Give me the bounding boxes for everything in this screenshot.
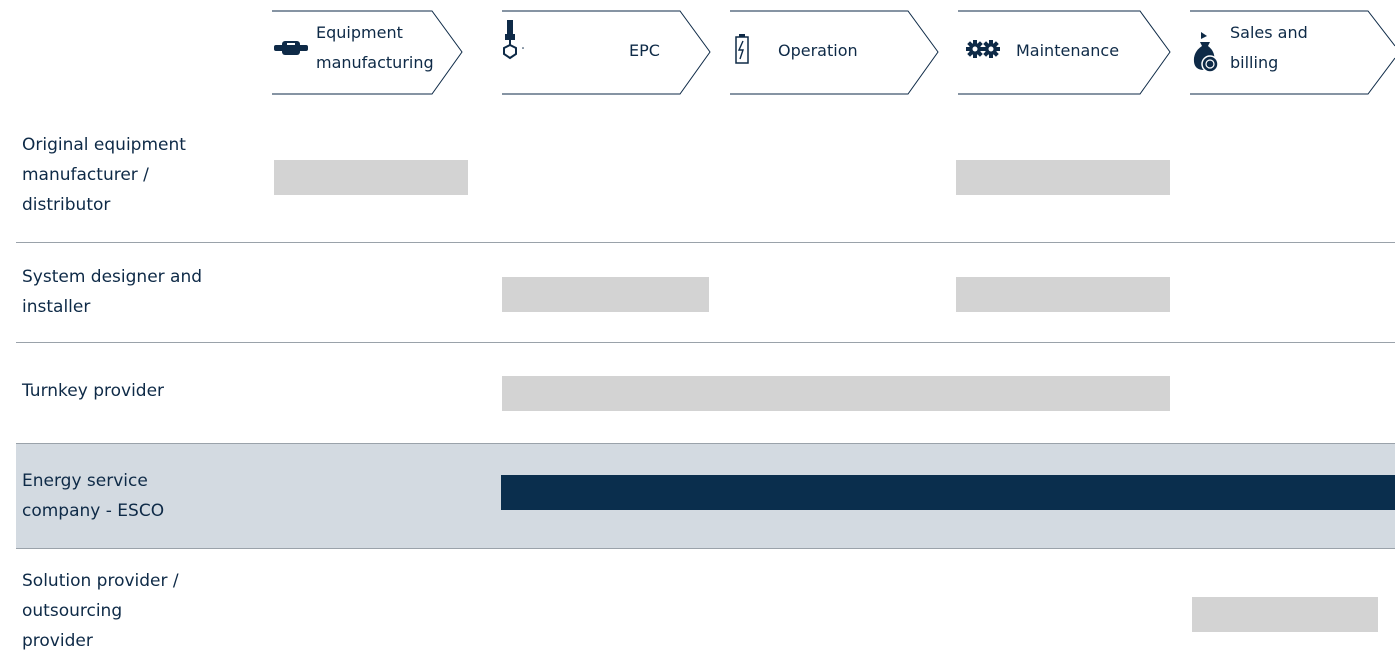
actor-label-line: System designer and <box>22 267 203 287</box>
step-label-line: billing <box>1230 53 1279 72</box>
step-arrow-epc <box>502 10 711 95</box>
battery-icon <box>735 34 749 64</box>
coverage-bar-turnkey-epc-to-maintenance <box>502 376 1170 411</box>
row-separator <box>16 342 1395 343</box>
actor-label-oem-distributor: Original equipment manufacturer / distri… <box>22 132 252 218</box>
actor-label-line: installer <box>22 297 91 317</box>
value-chain-diagram: Equipment manufacturing EPC Operation Ma… <box>0 0 1395 657</box>
step-label-epc: EPC <box>629 41 660 60</box>
coverage-bar-esco-epc-to-sales <box>501 475 1395 510</box>
coverage-bar-system-designer-maintenance <box>956 277 1170 312</box>
coverage-bar-system-designer-epc <box>502 277 709 312</box>
step-label-operation: Operation <box>778 41 858 60</box>
actor-label-esco: Energy service company - ESCO <box>22 468 252 524</box>
step-label-line: Equipment <box>316 23 403 42</box>
actor-label-line: manufacturer / <box>22 165 149 185</box>
actor-label-line: Energy service <box>22 471 148 491</box>
step-label-equipment-manufacturing: Equipment manufacturing <box>316 20 434 76</box>
step-label-line: manufacturing <box>316 53 434 72</box>
step-label-maintenance: Maintenance <box>1016 41 1120 60</box>
row-separator <box>16 443 1395 444</box>
step-label-sales-and-billing: Sales and billing <box>1230 20 1308 76</box>
pipe-fitting-icon <box>274 41 308 55</box>
actor-label-line: distributor <box>22 195 111 215</box>
money-bag-icon <box>1193 32 1219 73</box>
actor-label-turnkey-provider: Turnkey provider <box>22 378 252 404</box>
actor-label-system-designer: System designer and installer <box>22 264 252 320</box>
actor-label-solution-provider: Solution provider / outsourcing provider <box>22 568 252 654</box>
actor-label-line: company - ESCO <box>22 501 165 521</box>
coverage-bar-oem-equipment-manufacturing <box>274 160 468 195</box>
gears-icon <box>966 40 1000 58</box>
crane-hook-icon <box>503 20 524 60</box>
actor-label-line: Original equipment <box>22 135 186 155</box>
coverage-bar-oem-maintenance <box>956 160 1170 195</box>
coverage-bar-solution-provider-sales <box>1192 597 1378 632</box>
actor-label-line: provider <box>22 631 93 651</box>
row-separator <box>16 548 1395 549</box>
row-separator <box>16 242 1395 243</box>
actor-label-line: Turnkey provider <box>22 381 165 401</box>
step-label-line: Sales and <box>1230 23 1308 42</box>
actor-label-line: outsourcing <box>22 601 123 621</box>
value-chain-header <box>272 10 1395 95</box>
actor-label-line: Solution provider / <box>22 571 179 591</box>
